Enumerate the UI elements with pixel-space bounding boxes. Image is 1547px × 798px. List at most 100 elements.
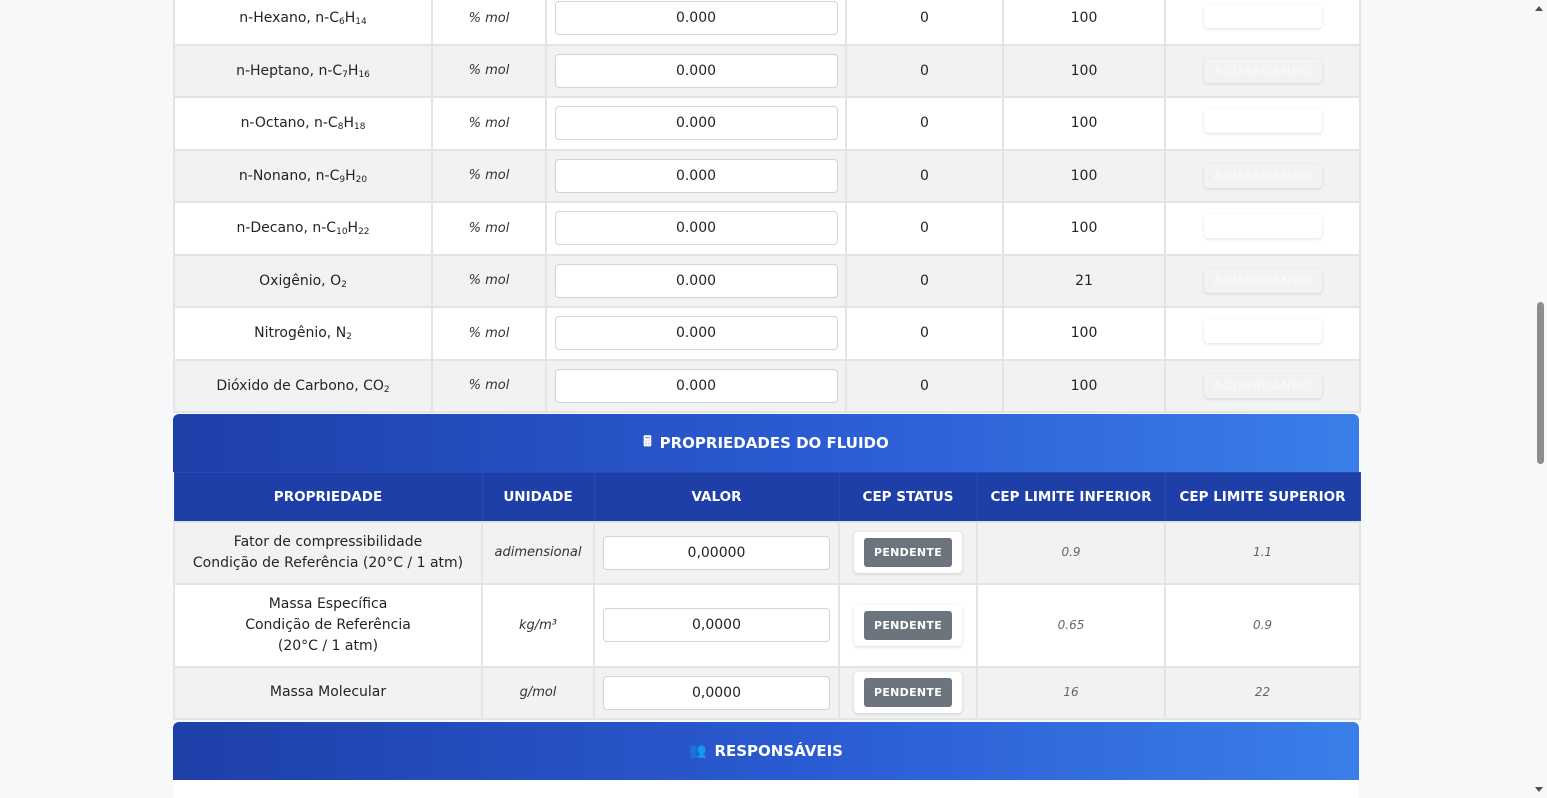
- property-name-line: Fator de compressibilidade: [233, 533, 423, 550]
- component-value-input[interactable]: [554, 106, 838, 141]
- cep-status-badge: PENDENTE: [863, 538, 953, 567]
- component-name-text: n-Nonano, n-C: [238, 167, 340, 184]
- component-subscript-1: 2: [383, 384, 390, 395]
- component-value-input[interactable]: [554, 211, 838, 246]
- component-status-cell: AGUARDANDO: [1164, 43, 1361, 98]
- cep-status-cell: PENDENTE: [838, 520, 978, 585]
- property-value-cell: [593, 665, 840, 720]
- property-name: Fator de compressibilidade Condição de Re…: [173, 520, 483, 585]
- cep-upper-limit: 1.1: [1164, 520, 1361, 585]
- component-status-cell: AGUARDANDO: [1164, 358, 1361, 413]
- component-value-input[interactable]: [554, 158, 838, 193]
- cep-status-wrapper: PENDENTE: [853, 604, 963, 646]
- component-subscript-1: 2: [341, 279, 347, 290]
- component-status-cell: [1164, 201, 1361, 256]
- component-name: n-Heptano, n-C7H16: [173, 43, 433, 98]
- cep-status-badge: PENDENTE: [863, 678, 953, 707]
- scroll-up-arrow-icon[interactable]: [1535, 6, 1543, 11]
- components-table: n-Hexano, n-C6H14% mol0100n-Heptano, n-C…: [173, 0, 1361, 413]
- status-waiting-button[interactable]: AGUARDANDO: [1203, 163, 1322, 188]
- component-name-text: Dióxido de Carbono, CO: [216, 377, 384, 394]
- status-waiting-button[interactable]: [1203, 4, 1322, 29]
- property-name-line: Condição de Referência (20°C / 1 atm): [192, 554, 464, 571]
- property-row: Fator de compressibilidade Condição de Re…: [173, 520, 1361, 585]
- component-name-mid: H: [347, 220, 359, 237]
- col-header-valor: VALOR: [593, 472, 840, 522]
- property-row: Massa Específica Condição de Referência (2…: [173, 582, 1361, 668]
- property-value-cell: [593, 520, 840, 585]
- component-value-input[interactable]: [554, 53, 838, 88]
- cep-status-wrapper: PENDENTE: [853, 672, 963, 713]
- component-min: 0: [845, 358, 1004, 413]
- status-waiting-button[interactable]: [1203, 214, 1322, 239]
- component-name: n-Octano, n-C8H18: [173, 96, 433, 151]
- scroll-thumb[interactable]: [1537, 302, 1544, 464]
- property-unit: kg/m³: [481, 582, 595, 668]
- component-unit: % mol: [431, 358, 547, 413]
- status-waiting-button[interactable]: AGUARDANDO: [1203, 268, 1322, 293]
- component-value-cell: [545, 148, 847, 203]
- component-row: Oxigênio, O2% mol021AGUARDANDO: [173, 253, 1361, 308]
- component-unit: % mol: [431, 148, 547, 203]
- component-name-text: n-Heptano, n-C: [236, 62, 343, 79]
- fluid-properties-title: PROPRIEDADES DO FLUIDO: [659, 434, 889, 452]
- component-value-cell: [545, 0, 847, 46]
- component-min: 0: [845, 0, 1004, 46]
- component-max: 100: [1002, 0, 1166, 46]
- status-waiting-button[interactable]: AGUARDANDO: [1203, 58, 1322, 83]
- property-name-line: (20°C / 1 atm): [277, 637, 379, 654]
- component-subscript-2: 20: [355, 174, 368, 185]
- property-name-line: Massa Específica: [268, 595, 388, 612]
- property-value-input[interactable]: [603, 608, 830, 642]
- cep-lower-limit: 16: [976, 665, 1166, 720]
- property-value-input[interactable]: [603, 675, 830, 710]
- component-subscript-2: 16: [358, 69, 370, 80]
- component-name-mid: H: [343, 115, 354, 132]
- component-subscript-2: 18: [353, 122, 366, 133]
- component-name: Dióxido de Carbono, CO2: [173, 358, 433, 413]
- component-value-cell: [545, 253, 847, 308]
- component-name-mid: H: [347, 62, 359, 79]
- component-name-mid: H: [344, 10, 356, 27]
- property-name: Massa Específica Condição de Referência (2…: [173, 582, 483, 668]
- component-row: Dióxido de Carbono, CO2% mol0100AGUARDAN…: [173, 358, 1361, 413]
- component-min: 0: [845, 306, 1004, 361]
- vertical-scrollbar[interactable]: [1532, 0, 1547, 798]
- component-name-text: n-Decano, n-C: [236, 220, 337, 237]
- col-header-cep-status: CEP STATUS: [838, 472, 978, 522]
- component-max: 100: [1002, 306, 1166, 361]
- component-value-input[interactable]: [554, 1, 838, 36]
- component-min: 0: [845, 96, 1004, 151]
- status-waiting-button[interactable]: [1203, 109, 1322, 134]
- component-value-input[interactable]: [554, 263, 838, 298]
- property-name: Massa Molecular: [173, 665, 483, 720]
- component-value-input[interactable]: [554, 368, 838, 403]
- component-name: Nitrogênio, N2: [173, 306, 433, 361]
- col-header-cep-limite-inferior: CEP LIMITE INFERIOR: [976, 472, 1166, 522]
- property-name-line: Condição de Referência: [245, 616, 411, 633]
- component-value-cell: [545, 358, 847, 413]
- component-max: 21: [1002, 253, 1166, 308]
- component-value-cell: [545, 306, 847, 361]
- component-value-cell: [545, 43, 847, 98]
- component-max: 100: [1002, 201, 1166, 256]
- component-row: Nitrogênio, N2% mol0100: [173, 306, 1361, 361]
- cep-upper-limit: 0.9: [1164, 582, 1361, 668]
- component-name-mid: H: [345, 167, 356, 184]
- cep-status-badge: PENDENTE: [863, 610, 953, 640]
- col-header-propriedade: PROPRIEDADE: [173, 472, 483, 522]
- status-waiting-button[interactable]: AGUARDANDO: [1203, 373, 1322, 398]
- component-name: n-Nonano, n-C9H20: [173, 148, 433, 203]
- component-unit: % mol: [431, 201, 547, 256]
- component-value-input[interactable]: [554, 316, 838, 351]
- component-value-cell: [545, 96, 847, 151]
- scroll-down-arrow-icon[interactable]: [1535, 787, 1543, 792]
- component-status-cell: AGUARDANDO: [1164, 253, 1361, 308]
- component-unit: % mol: [431, 253, 547, 308]
- cep-upper-limit: 22: [1164, 665, 1361, 720]
- property-row: Massa Molecular g/mol PENDENTE 1622: [173, 665, 1361, 720]
- component-status-cell: [1164, 96, 1361, 151]
- property-value-input[interactable]: [603, 535, 830, 570]
- component-name-text: Oxigênio, O: [259, 272, 342, 289]
- status-waiting-button[interactable]: [1203, 319, 1322, 344]
